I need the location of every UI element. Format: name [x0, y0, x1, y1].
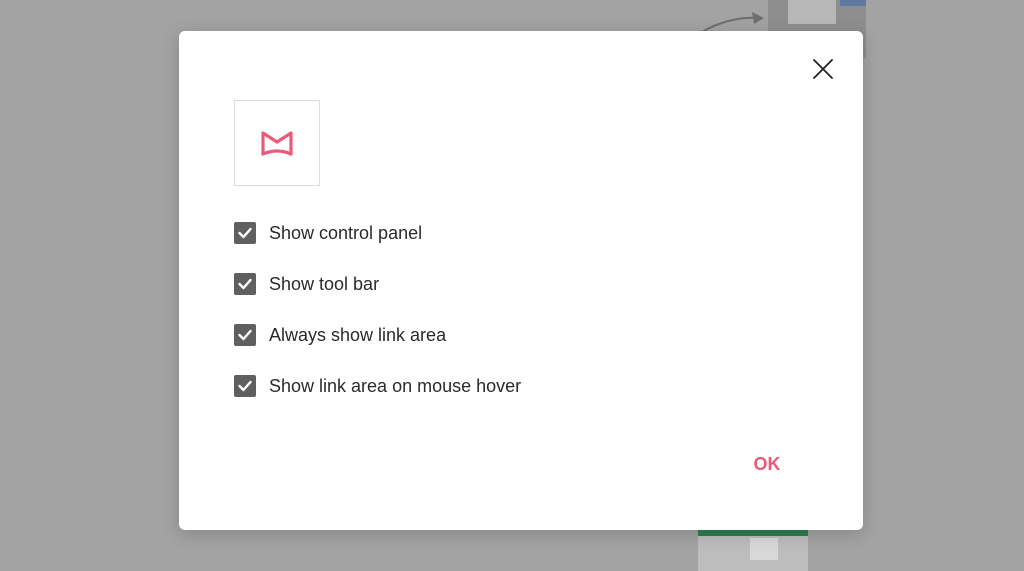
checkbox[interactable] [234, 222, 256, 244]
option-show-tool-bar[interactable]: Show tool bar [234, 272, 521, 296]
option-label: Show link area on mouse hover [269, 375, 522, 396]
option-label: Always show link area [269, 324, 447, 345]
option-label: Show tool bar [269, 273, 380, 294]
app-logo [234, 100, 320, 186]
option-show-link-area-on-hover[interactable]: Show link area on mouse hover [234, 374, 521, 398]
options-list: Show control panel Show tool bar Always … [234, 221, 521, 425]
checkmark-icon [238, 380, 252, 392]
settings-dialog: Show control panel Show tool bar Always … [179, 31, 863, 530]
option-show-control-panel[interactable]: Show control panel [234, 221, 521, 245]
checkmark-icon [238, 227, 252, 239]
checkbox[interactable] [234, 273, 256, 295]
app-logo-m-icon [261, 131, 293, 156]
checkbox[interactable] [234, 375, 256, 397]
option-label: Show control panel [269, 222, 423, 243]
checkbox[interactable] [234, 324, 256, 346]
ok-button[interactable]: OK [745, 451, 789, 477]
option-always-show-link-area[interactable]: Always show link area [234, 323, 521, 347]
close-button[interactable] [809, 55, 837, 83]
background-thumbnail [698, 528, 808, 571]
checkmark-icon [238, 329, 252, 341]
checkmark-icon [238, 278, 252, 290]
close-icon [813, 59, 833, 79]
